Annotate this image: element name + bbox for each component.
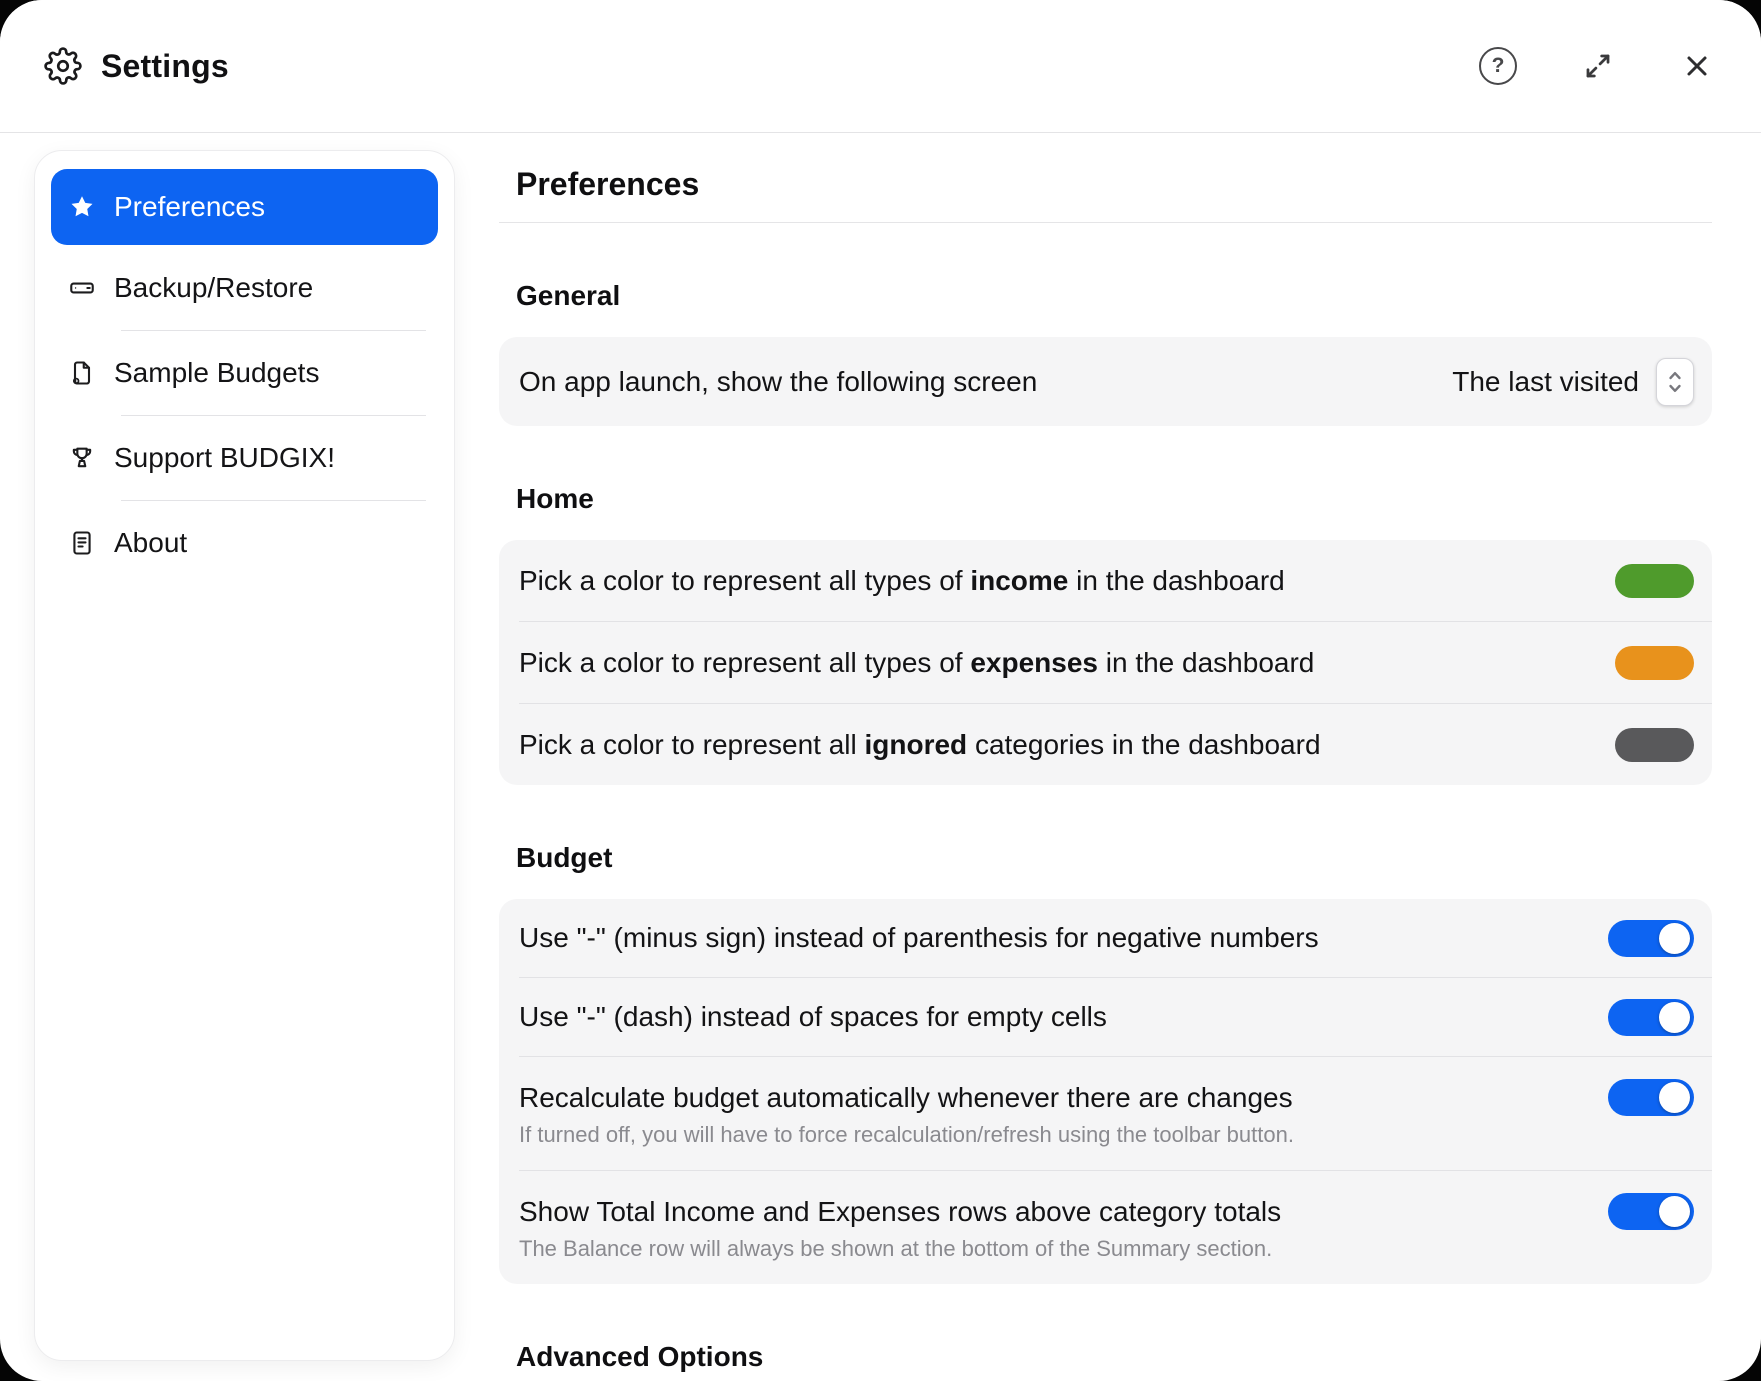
expand-diagonal-icon [1579, 47, 1617, 85]
totals-above-subtitle: The Balance row will always be shown at … [519, 1236, 1694, 1262]
section-heading-advanced: Advanced Options [516, 1340, 1712, 1374]
dash-empty-cells-row: Use "-" (dash) instead of spaces for emp… [499, 978, 1712, 1056]
section-heading-budget: Budget [516, 841, 1712, 875]
sidebar: Preferences Backup/Restore [34, 150, 455, 1361]
chevron-up-down-icon [1656, 358, 1694, 406]
sidebar-item-label: Backup/Restore [114, 272, 313, 304]
help-button[interactable]: ? [1479, 47, 1517, 85]
expand-button[interactable] [1579, 47, 1617, 85]
income-color-swatch[interactable] [1615, 564, 1694, 598]
gear-icon [44, 47, 82, 85]
divider [121, 330, 426, 331]
ignored-color-swatch[interactable] [1615, 728, 1694, 762]
titlebar-controls: ? [1479, 47, 1715, 85]
divider [121, 415, 426, 416]
dash-empty-cells-label: Use "-" (dash) instead of spaces for emp… [519, 1000, 1107, 1034]
totals-above-row: Show Total Income and Expenses rows abov… [499, 1171, 1712, 1284]
sidebar-item-label: Support BUDGIX! [114, 442, 335, 474]
expenses-color-label: Pick a color to represent all types of e… [519, 646, 1314, 680]
minus-sign-toggle[interactable] [1608, 920, 1694, 957]
ignored-color-row: Pick a color to represent all ignored ca… [499, 704, 1712, 785]
auto-recalculate-subtitle: If turned off, you will have to force re… [519, 1122, 1694, 1148]
sidebar-item-preferences[interactable]: Preferences [51, 169, 438, 245]
titlebar: Settings ? [0, 0, 1761, 133]
ignored-color-label: Pick a color to represent all ignored ca… [519, 728, 1321, 762]
launch-screen-select[interactable]: The last visited [1452, 358, 1694, 406]
sidebar-item-backup-restore[interactable]: Backup/Restore [51, 251, 438, 325]
external-drive-icon [67, 273, 97, 303]
page-title: Preferences [516, 164, 1712, 204]
dash-empty-cells-toggle[interactable] [1608, 999, 1694, 1036]
window-title: Settings [101, 48, 229, 85]
expenses-color-row: Pick a color to represent all types of e… [499, 622, 1712, 703]
row-top: Recalculate budget automatically wheneve… [519, 1079, 1694, 1116]
titlebar-left: Settings [44, 47, 229, 85]
section-heading-general: General [516, 279, 1712, 313]
general-group: On app launch, show the following screen… [499, 337, 1712, 426]
document-text-icon [67, 528, 97, 558]
question-mark-icon: ? [1479, 47, 1517, 85]
sidebar-item-sample-budgets[interactable]: Sample Budgets [51, 336, 438, 410]
auto-recalculate-label: Recalculate budget automatically wheneve… [519, 1081, 1293, 1115]
income-color-label: Pick a color to represent all types of i… [519, 564, 1285, 598]
desktop-background: Settings ? [0, 0, 1761, 1381]
budget-group: Use "-" (minus sign) instead of parenthe… [499, 899, 1712, 1284]
section-heading-home: Home [516, 482, 1712, 516]
auto-recalculate-row: Recalculate budget automatically wheneve… [499, 1057, 1712, 1170]
row-top: Show Total Income and Expenses rows abov… [519, 1193, 1694, 1230]
home-group: Pick a color to represent all types of i… [499, 540, 1712, 785]
income-color-row: Pick a color to represent all types of i… [499, 540, 1712, 621]
minus-sign-row: Use "-" (minus sign) instead of parenthe… [499, 899, 1712, 977]
divider [121, 500, 426, 501]
question-glyph: ? [1492, 54, 1505, 78]
expenses-color-swatch[interactable] [1615, 646, 1694, 680]
totals-above-label: Show Total Income and Expenses rows abov… [519, 1195, 1281, 1229]
minus-sign-label: Use "-" (minus sign) instead of parenthe… [519, 921, 1319, 955]
launch-screen-row: On app launch, show the following screen… [499, 337, 1712, 426]
settings-window: Settings ? [0, 0, 1761, 1381]
document-gear-icon [67, 358, 97, 388]
toggle-knob [1659, 923, 1690, 954]
sidebar-item-label: Preferences [114, 191, 265, 223]
sidebar-item-about[interactable]: About [51, 506, 438, 580]
main-content: Preferences General On app launch, show … [499, 150, 1712, 1381]
trophy-icon [67, 443, 97, 473]
close-button[interactable] [1679, 48, 1715, 84]
toggle-knob [1659, 1196, 1690, 1227]
star-icon [67, 192, 97, 222]
launch-screen-label: On app launch, show the following screen [519, 365, 1037, 399]
totals-above-toggle[interactable] [1608, 1193, 1694, 1230]
toggle-knob [1659, 1082, 1690, 1113]
auto-recalculate-toggle[interactable] [1608, 1079, 1694, 1116]
sidebar-item-support[interactable]: Support BUDGIX! [51, 421, 438, 495]
divider [499, 222, 1712, 223]
sidebar-item-label: Sample Budgets [114, 357, 319, 389]
toggle-knob [1659, 1002, 1690, 1033]
sidebar-item-label: About [114, 527, 187, 559]
close-icon [1679, 48, 1715, 84]
launch-screen-value: The last visited [1452, 366, 1639, 398]
